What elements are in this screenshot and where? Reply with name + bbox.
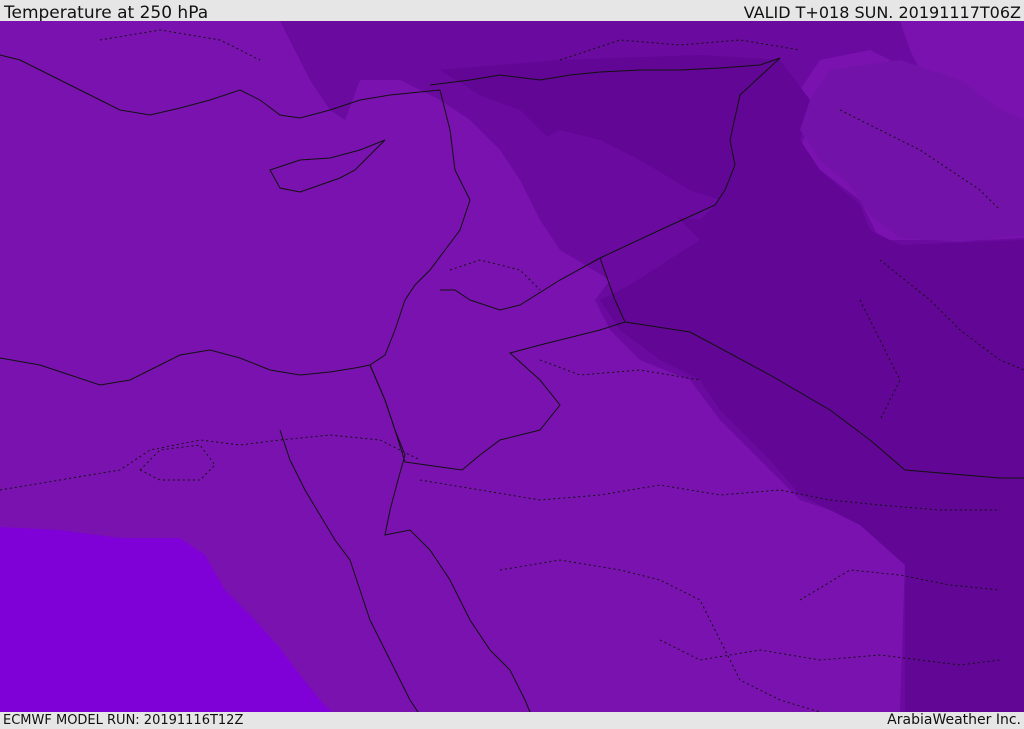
valid-time-label: VALID T+018 SUN. 20191117T06Z: [743, 3, 1021, 22]
credit-label: ArabiaWeather Inc.: [887, 712, 1021, 728]
temperature-map[interactable]: [0, 21, 1024, 712]
footer-bar: ECMWF MODEL RUN: 20191116T12Z ArabiaWeat…: [0, 712, 1024, 729]
map-canvas: [0, 21, 1024, 712]
header-bar: Temperature at 250 hPa VALID T+018 SUN. …: [0, 0, 1024, 23]
map-title: Temperature at 250 hPa: [4, 3, 209, 23]
model-run-label: ECMWF MODEL RUN: 20191116T12Z: [3, 713, 244, 728]
